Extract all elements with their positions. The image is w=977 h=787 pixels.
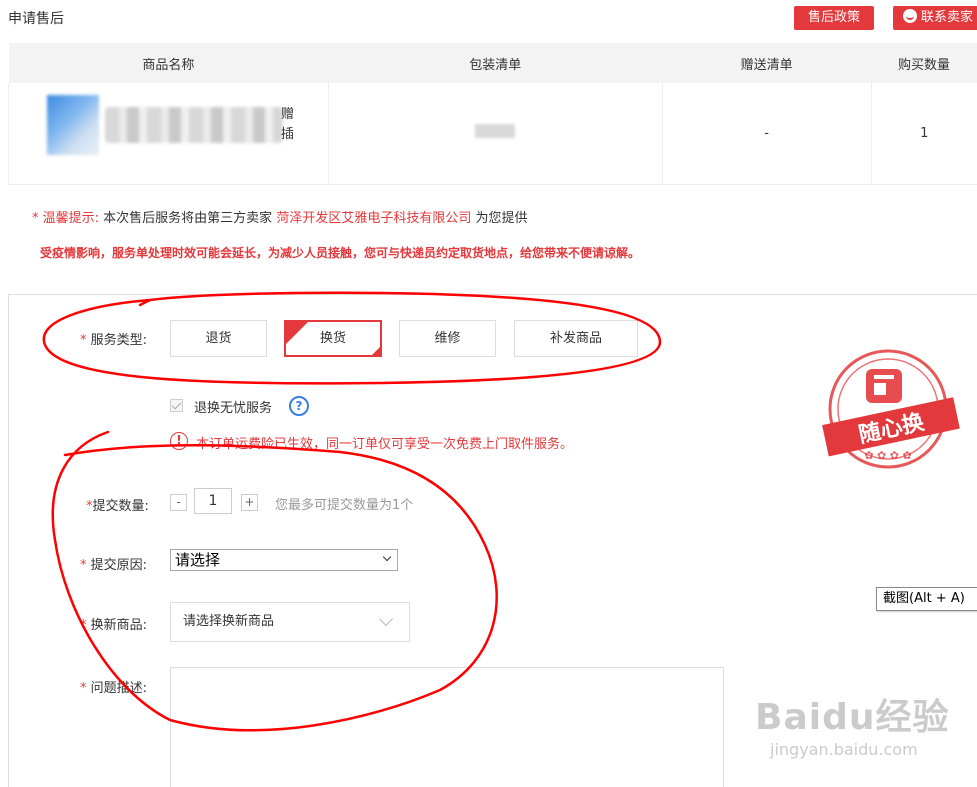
service-exchange-label: 换货	[319, 331, 346, 346]
baidu-jingyan-watermark: Baidu经验 jingyan.baidu.com	[750, 688, 970, 768]
watermark-url: jingyan.baidu.com	[770, 740, 918, 759]
header-gift-list: 赠送清单	[662, 43, 872, 83]
quantity-label: *提交数量:	[86, 499, 149, 514]
header-quantity: 购买数量	[871, 43, 977, 83]
seller-tip: * 温馨提示: 本次售后服务将由第三方卖家 菏泽开发区艾雅电子科技有限公司 为您…	[32, 207, 528, 226]
epidemic-notice: 受疫情影响，服务单处理时效可能会延长，为减少人员接触，您可与快递员约定取货地点，…	[40, 246, 641, 260]
packing-list-blurred	[475, 124, 516, 139]
reason-select-value: 请选择	[175, 551, 221, 569]
packing-list-cell	[328, 83, 663, 185]
goods-table: 商品名称 包装清单 赠送清单 购买数量 赠 插 - 1	[8, 43, 977, 185]
new-goods-placeholder: 请选择换新商品	[183, 614, 275, 629]
service-return-button[interactable]: 退货	[170, 320, 267, 357]
seller-name-link[interactable]: 菏泽开发区艾雅电子科技有限公司	[276, 211, 471, 226]
description-textarea[interactable]	[170, 667, 724, 787]
service-reissue-button[interactable]: 补发商品	[514, 320, 638, 357]
screenshot-tooltip: 截图(Alt + A)	[876, 587, 977, 611]
exclamation-icon: !	[170, 432, 188, 450]
reason-select[interactable]: 请选择	[170, 549, 398, 571]
after-sale-policy-button[interactable]: 售后政策	[794, 6, 874, 30]
product-thumbnail[interactable]	[47, 95, 99, 155]
insurance-notice: 本订单运费险已生效，同一订单仅可享受一次免费上门取件服务。	[196, 437, 574, 452]
contact-seller-button[interactable]: 联系卖家	[893, 6, 977, 30]
service-exchange-button[interactable]: NEW 换货	[284, 320, 382, 357]
tip-text-before: 本次售后服务将由第三方卖家	[103, 211, 273, 226]
goods-table-header: 商品名称 包装清单 赠送清单 购买数量	[8, 43, 977, 83]
service-type-label: * 服务类型:	[80, 333, 148, 348]
worry-free-label: 退换无忧服务	[194, 401, 273, 416]
service-repair-button[interactable]: 维修	[399, 320, 496, 357]
suixinhuan-stamp-icon: 随心换 ✿ ✿ ✿ ✿	[822, 349, 960, 469]
chevron-down-icon	[378, 611, 394, 627]
new-goods-select[interactable]: 请选择换新商品	[170, 602, 410, 642]
help-icon[interactable]: ?	[289, 396, 309, 416]
product-cell: 赠 插	[8, 83, 329, 185]
new-goods-label: * 换新商品:	[80, 618, 148, 633]
product-name-blurred[interactable]	[105, 107, 283, 143]
svg-text:✿ ✿ ✿ ✿: ✿ ✿ ✿ ✿	[864, 449, 911, 462]
required-mark: *	[32, 211, 39, 226]
gift-cell: -	[662, 83, 872, 185]
quantity-increment-button[interactable]: +	[241, 494, 258, 511]
chat-bubble-icon	[903, 9, 917, 23]
watermark-brand: Baidu经验	[755, 697, 950, 738]
tip-text-after: 为您提供	[475, 211, 528, 226]
product-name-tail-line2: 插	[281, 127, 295, 142]
reason-label: * 提交原因:	[80, 558, 148, 573]
quantity-cell: 1	[871, 83, 977, 185]
quantity-hint: 您最多可提交数量为1个	[275, 498, 414, 513]
chevron-down-icon	[382, 552, 392, 562]
header-product-name: 商品名称	[8, 43, 329, 83]
product-name-tail: 赠 插	[281, 105, 294, 145]
tip-label: 温馨提示:	[42, 211, 100, 226]
quantity-decrement-button[interactable]: -	[170, 494, 187, 511]
description-label: * 问题描述:	[80, 681, 148, 696]
worry-free-checkbox[interactable]	[170, 399, 183, 412]
quantity-input[interactable]: 1	[194, 488, 232, 514]
table-row: 赠 插 - 1	[8, 83, 977, 185]
page-title: 申请售后	[8, 11, 64, 27]
product-name-tail-line1: 赠	[281, 107, 295, 122]
contact-seller-label: 联系卖家	[921, 10, 974, 25]
header-packing-list: 包装清单	[328, 43, 663, 83]
selected-corner-mark	[370, 345, 382, 357]
